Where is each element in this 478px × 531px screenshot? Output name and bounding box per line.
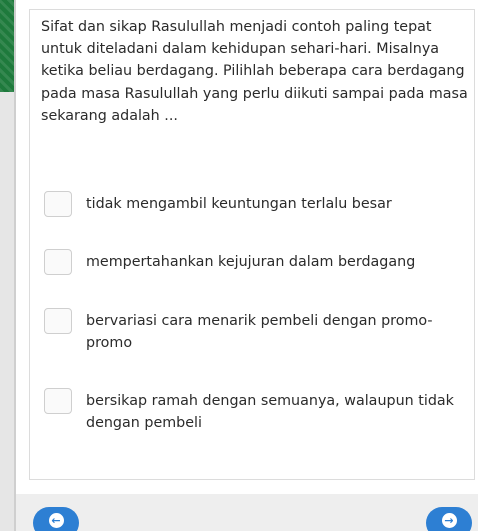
next-button[interactable]: →: [426, 507, 472, 531]
option-2-checkbox[interactable]: [44, 249, 72, 275]
option-3-checkbox[interactable]: [44, 308, 72, 334]
arrow-left-icon: ←: [48, 513, 64, 528]
bottom-navigation-bar: [16, 494, 478, 531]
option-4-checkbox[interactable]: [44, 388, 72, 414]
question-card: Sifat dan sikap Rasulullah menjadi conto…: [29, 9, 475, 480]
option-3-label: bervariasi cara menarik pembeli dengan p…: [86, 313, 433, 352]
left-sidebar-strip: [0, 0, 16, 531]
sidebar-pattern-decoration: [0, 0, 14, 92]
question-text: Sifat dan sikap Rasulullah menjadi conto…: [41, 19, 468, 124]
option-1-label: tidak mengambil keuntungan terlalu besar: [86, 196, 392, 212]
arrow-right-icon: →: [441, 513, 457, 528]
option-1-checkbox[interactable]: [44, 191, 72, 217]
previous-button[interactable]: ←: [33, 507, 79, 531]
option-1[interactable]: tidak mengambil keuntungan terlalu besar: [44, 191, 464, 217]
option-4[interactable]: bersikap ramah dengan semuanya, walaupun…: [44, 388, 464, 434]
option-4-label: bersikap ramah dengan semuanya, walaupun…: [86, 393, 454, 432]
option-3[interactable]: bervariasi cara menarik pembeli dengan p…: [44, 308, 464, 354]
sidebar-edge: [14, 0, 16, 531]
option-2[interactable]: mempertahankan kejujuran dalam berdagang: [44, 249, 464, 275]
option-2-label: mempertahankan kejujuran dalam berdagang: [86, 254, 416, 270]
